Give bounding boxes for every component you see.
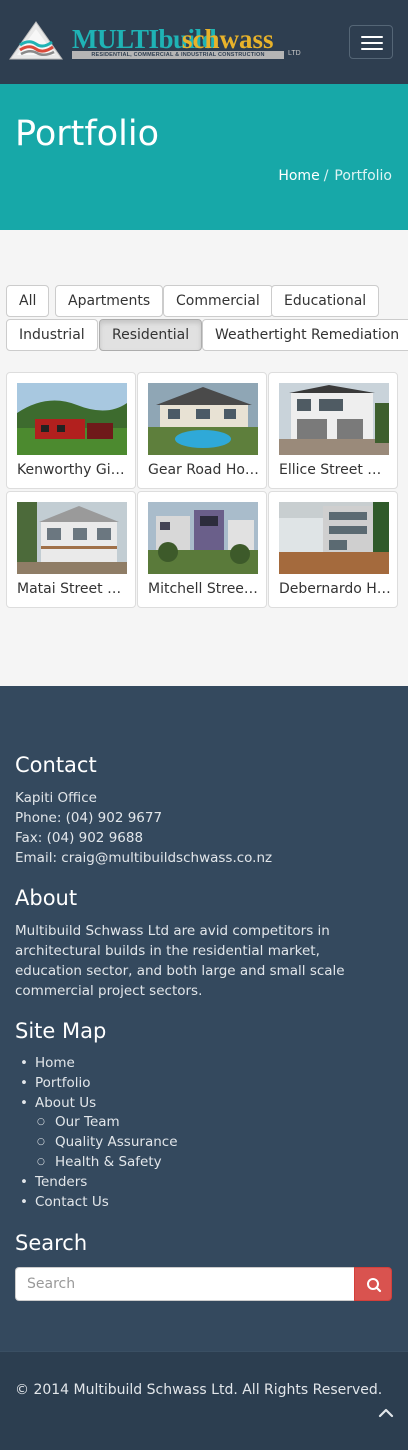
filter-weathertight-button[interactable]: Weathertight Remediation — [202, 319, 408, 351]
breadcrumb-current: Portfolio — [334, 168, 392, 184]
filter-commercial-button[interactable]: Commercial — [163, 285, 273, 317]
contact-fax: Fax: (04) 902 9688 — [15, 830, 144, 846]
search-input[interactable] — [15, 1267, 355, 1301]
site-footer: Contact Kapiti Office Phone: (04) 902 96… — [0, 686, 408, 1351]
sitemap-link-portfolio[interactable]: Portfolio — [15, 1074, 178, 1094]
copyright-text: © 2014 Multibuild Schwass Ltd. All Right… — [15, 1382, 383, 1398]
search-icon — [367, 1278, 382, 1293]
contact-office: Kapiti Office — [15, 790, 97, 806]
contact-heading: Contact — [15, 753, 97, 777]
hamburger-icon — [361, 42, 383, 44]
filter-educational-button[interactable]: Educational — [271, 285, 380, 317]
sitemap-link-quality-assurance[interactable]: Quality Assurance — [15, 1133, 178, 1153]
breadcrumb: Home / Portfolio — [278, 168, 392, 184]
sitemap-link-health-safety[interactable]: Health & Safety — [15, 1153, 178, 1173]
logo-triangle-icon — [9, 21, 63, 60]
about-text: Multibuild Schwass Ltd are avid competit… — [15, 923, 345, 999]
page-title-band: Portfolio Home / Portfolio — [0, 84, 408, 230]
house-photo-icon — [17, 383, 127, 455]
about-heading: About — [15, 886, 78, 910]
project-card[interactable]: Debernardo House — [268, 491, 398, 608]
house-photo-icon — [17, 502, 127, 574]
project-card[interactable]: Kenworthy Gibbons House — [6, 372, 136, 489]
project-card[interactable]: Matai Street House — [6, 491, 136, 608]
chevron-up-icon[interactable] — [374, 1402, 398, 1422]
sitemap-link-home[interactable]: Home — [15, 1054, 178, 1074]
hamburger-icon — [361, 36, 383, 38]
project-title: Gear Road House — [148, 462, 260, 478]
project-title: Debernardo House — [279, 581, 391, 597]
hamburger-icon — [361, 48, 383, 50]
search-button[interactable] — [354, 1267, 392, 1301]
project-title: Kenworthy Gibbons House — [17, 462, 129, 478]
house-photo-icon — [279, 502, 389, 574]
project-title: Ellice Street House — [279, 462, 391, 478]
search-heading: Search — [15, 1231, 88, 1255]
filter-residential-button[interactable]: Residential — [99, 319, 203, 351]
sitemap-link-our-team[interactable]: Our Team — [15, 1113, 178, 1133]
filter-all-button[interactable]: All — [6, 285, 50, 317]
house-photo-icon — [148, 502, 258, 574]
project-card[interactable]: Ellice Street House — [268, 372, 398, 489]
contact-email[interactable]: Email: craig@multibuildschwass.co.nz — [15, 850, 272, 866]
breadcrumb-separator: / — [323, 168, 329, 184]
filter-apartments-button[interactable]: Apartments — [55, 285, 164, 317]
contact-phone: Phone: (04) 902 9677 — [15, 810, 163, 826]
hamburger-menu-button[interactable] — [349, 25, 393, 59]
portfolio-content: All Apartments Commercial Educational In… — [0, 230, 408, 686]
project-card[interactable]: Gear Road House — [137, 372, 267, 489]
sitemap-list: Home Portfolio About Us Our Team Quality… — [15, 1054, 178, 1212]
sitemap-link-about-us[interactable]: About Us — [15, 1094, 178, 1114]
site-header: MULTIbuild schwass RESIDENTIAL, COMMERCI… — [0, 0, 408, 84]
copyright-bar: © 2014 Multibuild Schwass Ltd. All Right… — [0, 1351, 408, 1450]
sitemap-heading: Site Map — [15, 1019, 107, 1043]
house-photo-icon — [279, 383, 389, 455]
breadcrumb-home-link[interactable]: Home — [278, 168, 319, 184]
brand-tagline: RESIDENTIAL, COMMERCIAL & INDUSTRIAL CON… — [72, 51, 284, 59]
project-card[interactable]: Mitchell Street House — [137, 491, 267, 608]
filter-industrial-button[interactable]: Industrial — [6, 319, 98, 351]
brand-suffix: LTD — [288, 50, 301, 57]
sitemap-link-contact-us[interactable]: Contact Us — [15, 1193, 178, 1213]
page-title: Portfolio — [15, 114, 159, 154]
house-photo-icon — [148, 383, 258, 455]
project-title: Matai Street House — [17, 581, 129, 597]
site-logo[interactable]: MULTIbuild schwass RESIDENTIAL, COMMERCI… — [6, 20, 301, 62]
sitemap-link-tenders[interactable]: Tenders — [15, 1173, 178, 1193]
project-title: Mitchell Street House — [148, 581, 260, 597]
